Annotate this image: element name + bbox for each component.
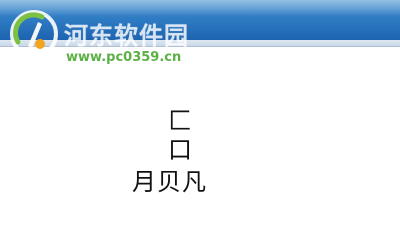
title-bar-highlight bbox=[0, 0, 400, 16]
watermark-site-name: 河东软件园 bbox=[64, 22, 189, 50]
watermark-logo-icon bbox=[10, 10, 58, 58]
app-window: 匚 口 月贝凡 河东软件园 www.pc0359.cn bbox=[0, 0, 400, 252]
document-area[interactable]: 匚 口 月贝凡 bbox=[0, 47, 400, 252]
character-line-2: 口 bbox=[168, 136, 192, 164]
toolbar-strip bbox=[0, 40, 400, 47]
character-line-1: 匚 bbox=[168, 107, 192, 135]
character-line-3: 月贝凡 bbox=[132, 168, 207, 196]
watermark-url: www.pc0359.cn bbox=[66, 50, 182, 65]
title-bar[interactable] bbox=[0, 0, 400, 40]
